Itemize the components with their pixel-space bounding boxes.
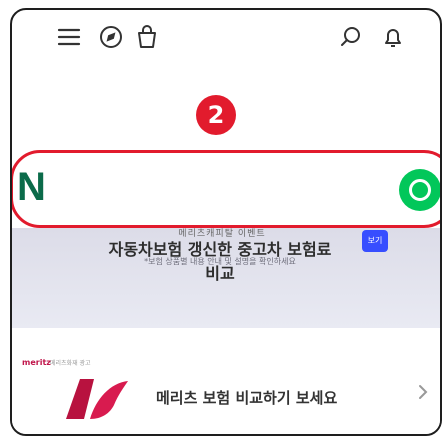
chevron-right-icon[interactable] <box>414 383 432 401</box>
bag-icon[interactable] <box>134 24 160 50</box>
top-navigation-bar <box>12 10 440 68</box>
banner-chip[interactable]: 보기 <box>362 230 388 252</box>
banner-top-text: 메리츠캐피탈 이벤트 <box>178 229 266 239</box>
ad-text[interactable]: 메리츠 보험 비교하기 보세요 <box>156 387 337 408</box>
naver-logo: N <box>17 165 46 209</box>
naver-search-bar[interactable]: N <box>12 150 440 228</box>
green-search-icon[interactable] <box>399 169 440 211</box>
safari-icon[interactable] <box>98 24 124 50</box>
phone-frame: N 메리츠캐피탈 이벤트 자동차보험 갱신한 중고차 보험료 비교 *보험 상품… <box>10 8 442 436</box>
meritz-logo-icon <box>62 373 136 423</box>
ad-brand-tail: 메리츠화재 광고 <box>50 360 91 367</box>
ad-brand: meritz <box>22 358 51 367</box>
bell-icon[interactable] <box>380 24 406 50</box>
search-icon[interactable] <box>338 24 364 50</box>
banner-subline: *보험 상품별 내용 안내 및 설명을 확인하세요 <box>144 257 296 266</box>
step-number-badge: 2 <box>196 95 236 135</box>
menu-icon[interactable] <box>56 24 82 50</box>
